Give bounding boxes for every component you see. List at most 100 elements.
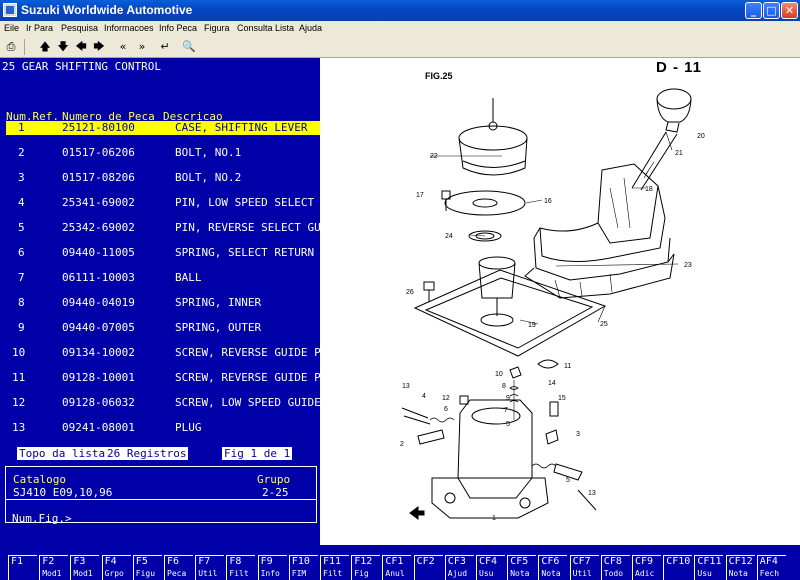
function-key-af4[interactable]: AF4 Fech [756, 555, 786, 580]
callout: 25 [600, 321, 608, 328]
table-row[interactable]: 6 09440-11005 SPRING, SELECT RETURN [0, 246, 320, 260]
menu-informacoes[interactable]: Informacoes [104, 23, 154, 33]
figure-panel[interactable]: FIG.25 D - 11 20 21 18 22 17 16 24 23 26… [320, 58, 800, 545]
function-key-caption: Fig [354, 569, 369, 578]
function-key-caption: Filt [323, 569, 343, 578]
function-key-caption: Figu [135, 569, 156, 578]
table-row[interactable]: 7 06111-10003 BALL [0, 271, 320, 285]
menu-ir-para[interactable]: Ir Para [26, 23, 53, 33]
callout: 5 [506, 421, 510, 428]
callout: 21 [675, 150, 683, 157]
table-row[interactable]: 10 09134-10002 SCREW, REVERSE GUIDE PIN [0, 346, 320, 360]
table-row[interactable]: 2 01517-06206 BOLT, NO.1 [0, 146, 320, 160]
function-key-cf8[interactable]: CF8 Todo [600, 555, 630, 580]
magnifier-icon[interactable]: 🔍 [180, 38, 198, 56]
table-row[interactable]: 12 09128-06032 SCREW, LOW SPEED GUIDE P [0, 396, 320, 410]
function-key-label: F12 [354, 556, 373, 567]
menu-figura[interactable]: Figura [204, 23, 230, 33]
function-key-cf2[interactable]: CF2 [413, 555, 443, 580]
function-key-f6[interactable]: F6 Peca [164, 555, 193, 580]
callout: 5 [566, 477, 570, 484]
catalog-divider [6, 499, 316, 500]
cell-part: 06111-10003 [62, 271, 135, 284]
left-arrow-icon[interactable]: 🡄 [73, 38, 89, 56]
menu-consulta-lista[interactable]: Consulta Lista [237, 23, 294, 33]
function-key-f12[interactable]: F12 Fig [351, 555, 381, 580]
maximize-button[interactable]: □ [763, 2, 780, 19]
function-key-f9[interactable]: F9 Info [257, 555, 287, 580]
cell-desc: SCREW, REVERSE GUIDE PIN [175, 371, 320, 384]
table-row[interactable]: 8 09440-04019 SPRING, INNER [0, 296, 320, 310]
function-key-caption: Info [260, 569, 280, 578]
function-key-cf12[interactable]: CF12 Nota [725, 555, 755, 580]
table-row[interactable]: 5 25342-69002 PIN, REVERSE SELECT GUID [0, 221, 320, 235]
table-row[interactable]: 3 01517-08206 BOLT, NO.2 [0, 171, 320, 185]
cell-part: 01517-08206 [62, 171, 135, 184]
callout: 6 [444, 406, 448, 413]
function-key-cf7[interactable]: CF7 Util [569, 555, 599, 580]
right-arrow-icon[interactable]: 🡆 [91, 38, 107, 56]
cell-part: 25342-69002 [62, 221, 135, 234]
function-key-caption: Util [198, 569, 218, 578]
down-arrow-icon[interactable]: 🡇 [55, 38, 71, 56]
table-row[interactable]: 9 09440-07005 SPRING, OUTER [0, 321, 320, 335]
function-key-f7[interactable]: F7 Util [195, 555, 225, 580]
catalog-label: Catalogo [13, 473, 66, 486]
function-key-f11[interactable]: F11 Filt [320, 555, 349, 580]
cell-ref: 12 [12, 396, 26, 409]
function-key-label: CF12 [728, 556, 753, 567]
callout: 12 [442, 395, 450, 402]
function-key-label: CF11 [697, 556, 722, 567]
function-key-f1[interactable]: F1 [8, 555, 37, 580]
menu-info-peca[interactable]: Info Peca [159, 23, 197, 33]
menu-file[interactable]: Eile [4, 23, 19, 33]
cell-desc: PLUG [175, 421, 202, 434]
callout: 16 [544, 198, 552, 205]
function-key-f3[interactable]: F3 Mod1 [70, 555, 100, 580]
cell-desc: SPRING, OUTER [175, 321, 262, 334]
function-key-cf11[interactable]: CF11 Usu [694, 555, 724, 580]
function-key-cf5[interactable]: CF5 Nota [507, 555, 537, 580]
function-key-cf9[interactable]: CF9 Adic [632, 555, 661, 580]
function-key-cf6[interactable]: CF6 Nota [538, 555, 568, 580]
function-key-caption: Util [572, 569, 592, 578]
function-key-label: F7 [198, 556, 211, 567]
double-right-icon[interactable]: » [133, 38, 151, 56]
cell-desc: SCREW, LOW SPEED GUIDE P [175, 396, 320, 409]
enter-icon[interactable]: ↵ [157, 38, 173, 56]
function-key-f5[interactable]: F5 Figu [132, 555, 162, 580]
function-key-cf3[interactable]: CF3 Ajud [444, 555, 474, 580]
cell-ref: 4 [18, 196, 25, 209]
function-key-f10[interactable]: F10 FIM [288, 555, 318, 580]
function-key-cf1[interactable]: CF1 Anul [382, 555, 412, 580]
function-key-caption: Anul [385, 569, 405, 578]
function-key-f2[interactable]: F2 Mod1 [39, 555, 69, 580]
function-key-cf10[interactable]: CF10 [663, 555, 693, 580]
table-row[interactable]: 4 25341-69002 PIN, LOW SPEED SELECT GU [0, 196, 320, 210]
callout: 13 [402, 383, 410, 390]
menu-ajuda[interactable]: Ajuda [299, 23, 322, 33]
close-button[interactable]: ✕ [781, 2, 798, 19]
function-key-cf4[interactable]: CF4 Usu [476, 555, 505, 580]
printer-icon[interactable]: ⎙ [2, 38, 20, 56]
callout: 17 [416, 192, 424, 199]
callout: 13 [588, 490, 596, 497]
function-key-f4[interactable]: F4 Grpo [101, 555, 131, 580]
menu-pesquisa[interactable]: Pesquisa [61, 23, 98, 33]
table-row[interactable]: 1 25121-80100 CASE, SHIFTING LEVER [6, 121, 320, 135]
callout: 14 [548, 380, 556, 387]
cell-part: 09134-10002 [62, 346, 135, 359]
double-left-icon[interactable]: « [114, 38, 132, 56]
function-key-f8[interactable]: F8 Filt [226, 555, 256, 580]
table-row[interactable]: 13 09241-08001 PLUG [0, 421, 320, 435]
up-arrow-icon[interactable]: 🡅 [37, 38, 53, 56]
cell-part: 01517-06206 [62, 146, 135, 159]
cell-ref: 6 [18, 246, 25, 259]
callout: 11 [564, 363, 571, 370]
function-key-caption: Adic [635, 569, 655, 578]
callout: 3 [576, 431, 580, 438]
num-fig-input[interactable]: Num.Fig.> [12, 512, 72, 525]
function-key-label: AF4 [759, 556, 778, 567]
minimize-button[interactable]: _ [745, 2, 762, 19]
table-row[interactable]: 11 09128-10001 SCREW, REVERSE GUIDE PIN [0, 371, 320, 385]
